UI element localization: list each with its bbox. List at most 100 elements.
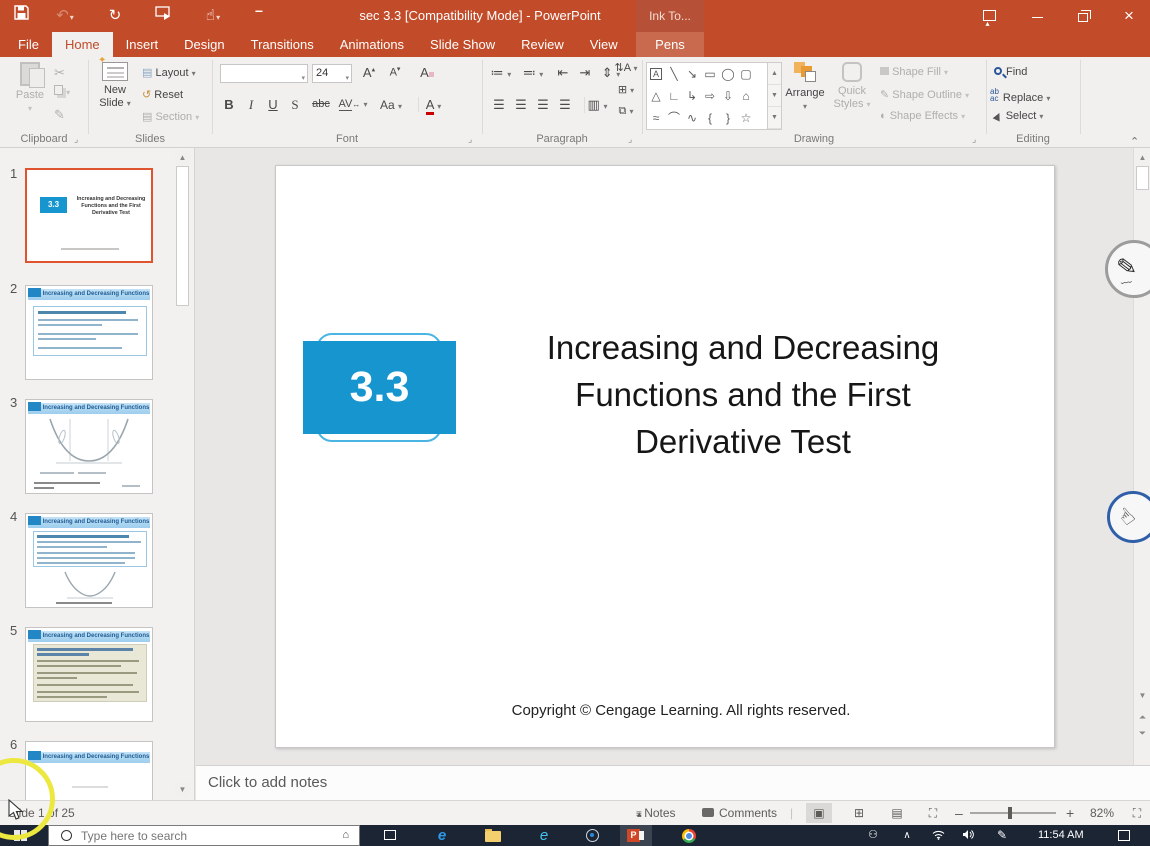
slide-thumbnail-4[interactable]: Increasing and Decreasing Functions (25, 513, 153, 608)
decrease-font-size-icon[interactable]: A▾ (384, 65, 406, 79)
section-button[interactable]: ▤ Section ▾ (142, 110, 199, 123)
shape-effects-button[interactable]: ◐ Shape Effects ▾ (880, 110, 965, 122)
shape-fill-button[interactable]: Shape Fill ▾ (880, 66, 948, 78)
shapes-scroll-up-icon[interactable]: ▲ (768, 63, 781, 85)
tab-review[interactable]: Review (508, 32, 577, 57)
tab-slide-show[interactable]: Slide Show (417, 32, 508, 57)
shadow-icon[interactable]: S (284, 97, 306, 113)
slide-show-view-icon[interactable]: ⛶ (920, 803, 946, 823)
shape-star-icon[interactable]: ☆ (737, 107, 755, 129)
fit-slide-to-window-icon[interactable]: ⛶ (1124, 803, 1150, 823)
shape-down-arrow-icon[interactable]: ⇩ (719, 85, 737, 107)
powerpoint-taskbar-button[interactable]: P (620, 825, 652, 846)
normal-view-icon[interactable]: ▣ (806, 803, 832, 823)
paste-button[interactable]: Paste▾ (8, 62, 52, 115)
wifi-icon[interactable] (928, 825, 948, 846)
layout-button[interactable]: ▤ Layout ▾ (142, 66, 196, 79)
thumb-scrollbar-thumb[interactable] (176, 166, 189, 306)
tab-animations[interactable]: Animations (327, 32, 417, 57)
redo-icon[interactable]: ↻ (102, 4, 128, 28)
notes-placeholder[interactable]: Click to add notes (208, 774, 327, 791)
reset-button[interactable]: ↺ Reset (142, 88, 183, 101)
numbering-icon[interactable]: ≕ ▾ (520, 65, 546, 81)
taskbar-search-box[interactable]: ⌂ (48, 825, 360, 846)
align-left-icon[interactable]: ☰ (488, 97, 510, 113)
tab-design[interactable]: Design (171, 32, 237, 57)
thumb-scroll-down-icon[interactable]: ▼ (175, 782, 190, 797)
file-explorer-icon[interactable] (485, 831, 501, 842)
shape-oval-icon[interactable]: ◯ (719, 63, 737, 85)
start-from-beginning-icon[interactable] (150, 4, 176, 28)
font-size-combobox[interactable]: 24▾ (312, 64, 352, 83)
shape-left-brace-icon[interactable]: { (701, 107, 719, 129)
reading-view-icon[interactable]: ▤ (884, 803, 910, 823)
strikethrough-icon[interactable]: abc (308, 98, 334, 110)
shape-rounded-rectangle-icon[interactable]: ▢ (737, 63, 755, 85)
slide-sorter-view-icon[interactable]: ⊞ (846, 803, 872, 823)
minimize-icon[interactable] (1016, 0, 1058, 32)
scroll-down-icon[interactable]: ▼ (1135, 688, 1150, 703)
save-icon[interactable] (8, 4, 34, 28)
arrange-button[interactable]: Arrange▾ (782, 62, 828, 113)
decrease-indent-icon[interactable]: ⇤ (552, 65, 574, 81)
shape-triangle-icon[interactable]: △ (647, 85, 665, 107)
zoom-level[interactable]: 82% (1090, 801, 1114, 825)
ink-workspace-icon[interactable]: ✎ (992, 825, 1012, 846)
shape-arrow-icon[interactable]: ↘ (683, 63, 701, 85)
convert-smartart-icon[interactable]: ⧉ ▾ (612, 105, 640, 118)
font-color-icon[interactable]: A ▾ (418, 97, 448, 112)
scrollbar-thumb[interactable] (1136, 166, 1149, 190)
copy-icon[interactable]: ▾ (54, 85, 70, 98)
clear-formatting-icon[interactable]: A (416, 65, 438, 80)
cut-icon[interactable]: ✂ (54, 65, 65, 81)
replace-button[interactable]: abacReplace ▾ (990, 88, 1050, 104)
zoom-slider-track[interactable] (970, 812, 1056, 814)
notes-pane[interactable]: Click to add notes (196, 765, 1150, 800)
columns-icon[interactable]: ▥ ▾ (584, 97, 610, 113)
customize-qat-icon[interactable]: ▔▾ (246, 4, 272, 28)
task-view-icon[interactable] (378, 825, 402, 846)
clock[interactable]: 11:54 AM (1038, 825, 1084, 846)
drawing-dialog-launcher-icon[interactable]: ⌟ (972, 134, 976, 145)
tab-file[interactable]: File (0, 32, 52, 57)
align-right-icon[interactable]: ☰ (532, 97, 554, 113)
show-hidden-icons-chevron[interactable]: ∧ (898, 825, 916, 846)
comments-toggle[interactable]: Comments (702, 801, 777, 825)
increase-indent-icon[interactable]: ⇥ (574, 65, 596, 81)
change-case-icon[interactable]: Aa ▾ (376, 98, 406, 112)
shape-elbow-arrow-icon[interactable]: ↳ (683, 85, 701, 107)
touch-mouse-mode-icon[interactable]: ☝▾ (200, 4, 226, 28)
shapes-gallery[interactable]: A ╲ ↘ ▭ ◯ ▢ △ ∟ ↳ ⇨ ⇩ ⌂ ≈ ⌒ ∿ { } ☆ (646, 62, 768, 130)
find-button[interactable]: Find (994, 66, 1027, 78)
scroll-up-icon[interactable]: ▲ (1135, 150, 1150, 165)
slide-thumbnail-3[interactable]: Increasing and Decreasing Functions (25, 399, 153, 494)
zoom-out-icon[interactable]: – (955, 801, 963, 825)
font-dialog-launcher-icon[interactable]: ⌟ (468, 134, 472, 145)
cortana-icon[interactable] (586, 829, 599, 842)
slide-editing-surface[interactable]: 3.3 Increasing and Decreasing Functions … (275, 165, 1055, 748)
internet-explorer-icon[interactable]: e (532, 825, 556, 846)
underline-icon[interactable]: U (262, 97, 284, 112)
next-slide-icon[interactable]: ⏷ (1135, 726, 1150, 741)
select-button[interactable]: ▶Select ▾ (994, 110, 1043, 122)
people-tray-icon[interactable]: ⚇ (862, 825, 884, 846)
shape-elbow-connector-icon[interactable]: ∟ (665, 85, 683, 107)
bold-icon[interactable]: B (218, 97, 240, 112)
shape-arc-icon[interactable]: ⌒ (665, 107, 683, 129)
character-spacing-icon[interactable]: AV↔ ▾ (338, 98, 368, 110)
new-slide-button[interactable]: NewSlide ▾ (92, 62, 138, 110)
bullets-icon[interactable]: ≔ ▾ (488, 65, 514, 81)
action-center-icon[interactable] (1118, 830, 1130, 841)
touch-pointer-button[interactable]: ☝ (1107, 491, 1150, 543)
close-icon[interactable]: × (1108, 0, 1150, 32)
shape-right-arrow-icon[interactable]: ⇨ (701, 85, 719, 107)
format-painter-icon[interactable]: ✎ (54, 107, 65, 123)
shape-rectangle-icon[interactable]: ▭ (701, 63, 719, 85)
font-name-combobox[interactable]: ▾ (220, 64, 308, 83)
zoom-in-icon[interactable]: + (1066, 801, 1074, 825)
zoom-slider-thumb[interactable] (1008, 807, 1012, 819)
shape-text-box-icon[interactable]: A (647, 63, 665, 85)
increase-font-size-icon[interactable]: A▴ (358, 65, 380, 80)
tab-pens[interactable]: Pens (636, 32, 704, 57)
shape-curve-icon[interactable]: ∿ (683, 107, 701, 129)
